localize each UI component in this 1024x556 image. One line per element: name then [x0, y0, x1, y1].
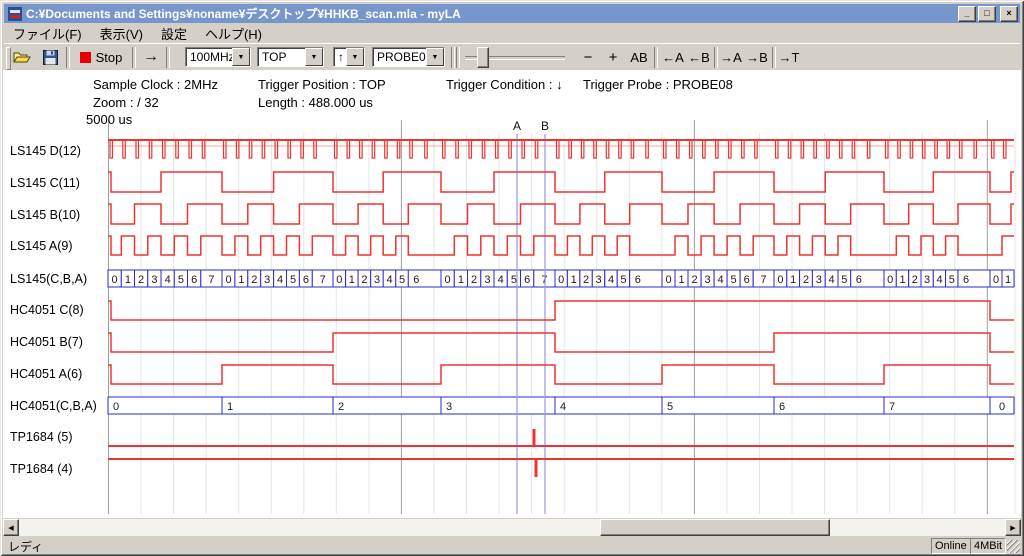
trigger-position-label: Trigger Position : TOP — [258, 77, 386, 92]
scroll-left-button[interactable]: ◀ — [3, 519, 19, 536]
toolbar-separator — [132, 47, 136, 68]
channel-label: LS145(C,B,A) — [10, 271, 87, 288]
toolbar-separator — [456, 47, 460, 68]
channel-label: LS145 C(11) — [10, 175, 80, 192]
memory-indicator: 4MBit — [970, 538, 1006, 554]
toolbar-separator — [451, 47, 455, 68]
menubar: ファイル(F) 表示(V) 設定 ヘルプ(H) — [4, 24, 1020, 43]
channel-label: LS145 D(12) — [10, 143, 81, 160]
maximize-button[interactable]: □ — [978, 6, 996, 22]
dropdown-arrow-icon[interactable]: ▼ — [426, 48, 444, 66]
goto-a-right-button[interactable]: →A — [718, 46, 744, 68]
statusbar: レディ Online 4MBit — [3, 538, 1021, 554]
ab-cursor-button[interactable]: AB — [626, 46, 652, 68]
trigger-condition-label: Trigger Condition : ↓ — [446, 77, 563, 92]
zoom-slider-thumb[interactable] — [477, 47, 489, 68]
dropdown-arrow-icon[interactable]: ▼ — [346, 48, 364, 66]
menu-file[interactable]: ファイル(F) — [4, 23, 91, 44]
channel-label: LS145 A(9) — [10, 238, 73, 255]
stop-icon — [80, 52, 91, 63]
stop-button[interactable]: Stop — [74, 46, 128, 68]
online-indicator: Online — [931, 538, 971, 554]
zoom-in-button[interactable]: + — [603, 46, 623, 68]
channel-label: TP1684 (4) — [10, 461, 73, 478]
zoom-out-button[interactable]: − — [578, 46, 598, 68]
resize-grip[interactable] — [1007, 540, 1020, 553]
toolbar: Stop → 100MHz ▼ TOP ▼ ↑ ▼ PROBE00 ▼ − + … — [4, 43, 1020, 71]
trigger-probe-combo[interactable]: PROBE00 ▼ — [372, 47, 445, 67]
titlebar[interactable]: C:¥Documents and Settings¥noname¥デスクトップ¥… — [4, 4, 1020, 23]
goto-b-right-button[interactable]: →B — [744, 46, 770, 68]
channel-label: HC4051 B(7) — [10, 334, 83, 351]
menu-help[interactable]: ヘルプ(H) — [196, 23, 271, 44]
scroll-right-button[interactable]: ▶ — [1005, 519, 1021, 536]
run-button[interactable]: → — [138, 46, 164, 68]
window-title: C:¥Documents and Settings¥noname¥デスクトップ¥… — [26, 5, 956, 22]
length-label: Length : 488.000 us — [258, 95, 373, 110]
channel-label: LS145 B(10) — [10, 207, 80, 224]
app-icon[interactable] — [8, 7, 22, 21]
trigger-edge-combo[interactable]: ↑ ▼ — [333, 47, 365, 67]
trigger-position-combo[interactable]: TOP ▼ — [257, 47, 324, 67]
menu-settings[interactable]: 設定 — [152, 23, 196, 44]
scroll-left-icon: ◀ — [8, 524, 13, 532]
close-button[interactable]: × — [1000, 6, 1018, 22]
time-per-div-label: 5000 us — [86, 112, 132, 127]
goto-trigger-button[interactable]: →T — [776, 46, 802, 68]
menu-view[interactable]: 表示(V) — [91, 23, 152, 44]
scroll-right-icon: ▶ — [1010, 524, 1015, 532]
toolbar-separator — [66, 47, 70, 68]
sample-clock-label: Sample Clock : 2MHz — [93, 77, 218, 92]
goto-b-left-button[interactable]: ←B — [686, 46, 712, 68]
open-folder-icon — [13, 50, 31, 64]
dropdown-arrow-icon[interactable]: ▼ — [232, 48, 250, 66]
channel-label: HC4051(C,B,A) — [10, 398, 97, 415]
horizontal-scrollbar[interactable]: ◀ ▶ — [3, 519, 1021, 536]
save-button[interactable] — [38, 46, 62, 68]
channel-label: HC4051 C(8) — [10, 302, 84, 319]
toolbar-separator — [654, 47, 658, 68]
channel-label: TP1684 (5) — [10, 429, 73, 446]
sample-rate-combo[interactable]: 100MHz ▼ — [185, 47, 251, 67]
run-arrow-icon: → — [143, 48, 159, 66]
status-message: レディ — [8, 538, 43, 555]
zoom-label: Zoom : / 32 — [93, 95, 159, 110]
trigger-probe-label: Trigger Probe : PROBE08 — [583, 77, 733, 92]
minimize-button[interactable]: _ — [958, 6, 976, 22]
open-button[interactable] — [10, 46, 34, 68]
floppy-icon — [43, 50, 58, 65]
app-window: C:¥Documents and Settings¥noname¥デスクトップ¥… — [0, 0, 1024, 556]
toolbar-separator — [166, 47, 170, 68]
channel-label: HC4051 A(6) — [10, 366, 82, 383]
scrollbar-thumb[interactable] — [600, 519, 830, 536]
goto-a-left-button[interactable]: ←A — [660, 46, 686, 68]
dropdown-arrow-icon[interactable]: ▼ — [305, 48, 323, 66]
waveform-client-area — [3, 70, 1021, 518]
